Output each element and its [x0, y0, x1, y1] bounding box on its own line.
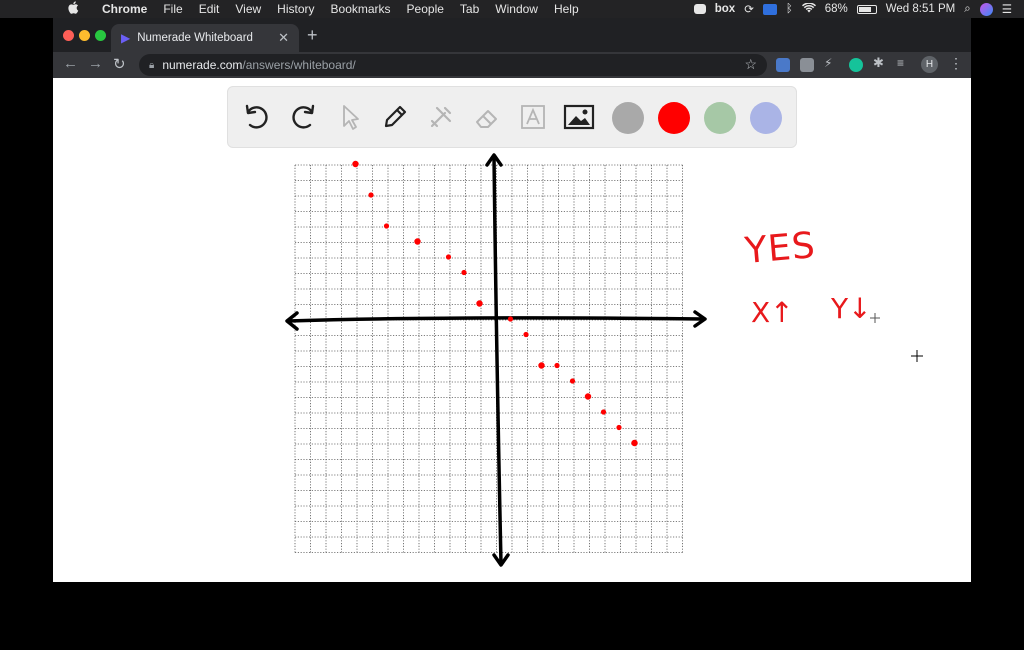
menu-help[interactable]: Help [546, 0, 587, 18]
zoom-window-button[interactable] [95, 30, 106, 41]
scatter-point [476, 300, 483, 307]
scatter-point [368, 192, 374, 198]
y-axis [485, 153, 510, 567]
scatter-point [523, 331, 529, 338]
crosshair-cursor-icon [870, 313, 923, 362]
scatter-point [569, 378, 576, 384]
url-path: /answers/whiteboard/ [242, 58, 356, 72]
menu-file[interactable]: File [155, 0, 190, 18]
color-swatch-red[interactable] [658, 102, 690, 134]
apple-icon[interactable] [68, 1, 79, 17]
tab-title: Numerade Whiteboard [137, 32, 253, 44]
extension-screen-icon[interactable] [776, 58, 790, 72]
battery-percent: 68% [824, 3, 848, 15]
tab-strip: ▶ Numerade Whiteboard ✕ + [53, 18, 971, 52]
lock-icon[interactable]: 🔒︎ [149, 60, 154, 71]
menu-view[interactable]: View [227, 0, 269, 18]
browser-toolbar: ← → ↻ 🔒︎ numerade.com/answers/whiteboard… [53, 52, 971, 78]
grammarly-icon[interactable] [849, 58, 863, 72]
forward-button[interactable]: → [88, 55, 103, 72]
address-bar[interactable]: 🔒︎ numerade.com/answers/whiteboard/ ☆ [139, 54, 767, 76]
handwritten-y-decreases: Y↓ [831, 292, 872, 325]
extensions-puzzle-icon[interactable]: ✱ [873, 55, 887, 70]
scatter-point [461, 269, 467, 276]
scatter-point [631, 439, 638, 447]
menu-edit[interactable]: Edit [191, 0, 228, 18]
extension-k-icon[interactable] [800, 58, 814, 72]
pointer-icon[interactable] [332, 100, 366, 134]
scatter-point [538, 362, 545, 369]
handwritten-x-increases: X↑ [751, 296, 794, 329]
coordinate-grid [294, 164, 683, 553]
video-icon[interactable] [693, 4, 706, 14]
color-swatch-green[interactable] [704, 102, 736, 134]
redo-icon[interactable] [286, 100, 320, 134]
whiteboard-canvas[interactable] [53, 78, 971, 582]
status-area: box ⟳ ᛒ 68% Wed 8:51 PM ⌕ ☰ [693, 0, 1012, 18]
menu-chrome[interactable]: Chrome [94, 0, 155, 18]
text-icon[interactable] [516, 100, 550, 134]
pen-icon[interactable] [378, 100, 412, 134]
whiteboard-toolbar [227, 86, 797, 148]
bluetooth-icon[interactable]: ᛒ [786, 3, 793, 15]
profile-avatar[interactable]: H [921, 56, 938, 73]
sync-icon[interactable]: ⟳ [744, 2, 754, 16]
handwritten-yes: YES [743, 225, 818, 272]
app-menus: Chrome File Edit View History Bookmarks … [94, 0, 587, 18]
browser-window: ▶ Numerade Whiteboard ✕ + ← → ↻ 🔒︎ numer… [53, 18, 971, 582]
bookmark-star-icon[interactable]: ☆ [744, 56, 757, 73]
scatter-point [383, 223, 390, 229]
scatter-point [507, 316, 514, 322]
numerade-favicon-icon: ▶ [121, 31, 131, 45]
url-host: numerade.com [162, 58, 243, 72]
reading-list-icon[interactable]: ≡ [897, 56, 911, 70]
screen-icon[interactable] [762, 3, 777, 15]
tools-icon[interactable] [424, 100, 458, 134]
close-tab-icon[interactable]: ✕ [278, 30, 289, 46]
box-icon[interactable]: box [715, 3, 735, 15]
scatter-point [445, 254, 452, 260]
reload-button[interactable]: ↻ [113, 55, 126, 73]
whiteboard-page: YES X↑ Y↓ [53, 78, 971, 582]
eraser-icon[interactable] [470, 100, 504, 134]
macos-menubar: Chrome File Edit View History Bookmarks … [0, 0, 1024, 18]
menu-bookmarks[interactable]: Bookmarks [323, 0, 399, 18]
siri-icon[interactable] [979, 2, 993, 16]
new-tab-button[interactable]: + [307, 25, 318, 46]
menu-history[interactable]: History [269, 0, 322, 18]
close-window-button[interactable] [63, 30, 74, 41]
scatter-point [414, 238, 421, 245]
spotlight-icon[interactable]: ⌕ [964, 3, 970, 16]
color-swatch-gray[interactable] [612, 102, 644, 134]
extension-bolt-icon[interactable]: ⚡︎ [824, 56, 838, 70]
scatter-point [584, 393, 592, 400]
menu-people[interactable]: People [399, 0, 452, 18]
scatter-point [352, 160, 359, 168]
battery-icon[interactable] [856, 4, 877, 14]
clock[interactable]: Wed 8:51 PM [886, 3, 955, 15]
color-swatch-blue[interactable] [750, 102, 782, 134]
menu-tab[interactable]: Tab [452, 0, 487, 18]
browser-menu-icon[interactable]: ⋮ [949, 55, 963, 72]
back-button[interactable]: ← [63, 55, 78, 72]
tab-numerade-whiteboard[interactable]: ▶ Numerade Whiteboard ✕ [111, 24, 299, 52]
notification-center-icon[interactable]: ☰ [1002, 2, 1012, 16]
scatter-point [600, 409, 607, 415]
minimize-window-button[interactable] [79, 30, 90, 41]
image-icon[interactable] [562, 100, 596, 134]
menu-window[interactable]: Window [487, 0, 546, 18]
undo-icon[interactable] [240, 100, 274, 134]
wifi-icon[interactable] [801, 1, 816, 16]
scatter-point [554, 362, 560, 369]
scatter-point [616, 424, 622, 431]
